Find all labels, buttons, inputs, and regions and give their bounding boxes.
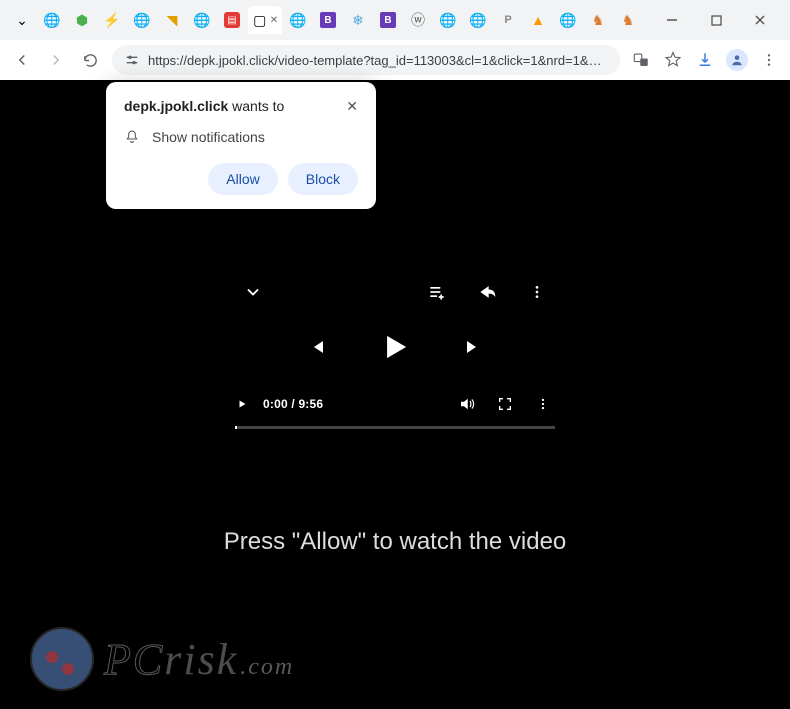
address-bar[interactable]: https://depk.jpokl.click/video-template?… <box>112 45 620 75</box>
share-icon[interactable] <box>475 280 499 304</box>
more-icon[interactable] <box>525 280 549 304</box>
current-time: 0:00 <box>263 397 288 411</box>
browser-tab[interactable]: 🌐 <box>188 6 216 34</box>
watermark-risk: risk <box>164 634 238 685</box>
browser-tab[interactable]: ⬢ <box>68 6 96 34</box>
browser-tab[interactable]: ♞ <box>584 6 612 34</box>
browser-tab[interactable]: ♞ <box>614 6 642 34</box>
globe-icon: 🌐 <box>44 12 60 28</box>
profile-avatar[interactable] <box>726 49 748 71</box>
horse-icon: ♞ <box>620 12 636 28</box>
next-track-button[interactable] <box>462 335 486 359</box>
collapse-icon[interactable] <box>241 280 265 304</box>
minimize-button[interactable] <box>658 6 686 34</box>
seek-bar[interactable] <box>235 426 555 429</box>
permission-option: Show notifications <box>152 129 265 145</box>
cart-icon: ▤ <box>224 12 240 28</box>
translate-icon[interactable] <box>630 49 652 71</box>
browser-tab[interactable]: 🌐 <box>284 6 312 34</box>
browser-tab[interactable]: 🌐 <box>554 6 582 34</box>
volume-icon[interactable] <box>455 392 479 416</box>
fullscreen-icon[interactable] <box>493 392 517 416</box>
browser-tab[interactable]: 🌐 <box>434 6 462 34</box>
watermark-dotcom: .com <box>240 654 294 681</box>
browser-tab[interactable]: ⌄ <box>8 6 36 34</box>
back-button[interactable] <box>10 48 34 72</box>
shield-icon: ⬢ <box>74 12 90 28</box>
bookmark-icon[interactable] <box>662 49 684 71</box>
tab-strip: ⌄ 🌐 ⬢ ⚡ 🌐 ◥ 🌐 ▤ ▢ ✕ 🌐 B ❄ B ⓦ 🌐 🌐 P ▲ 🌐 … <box>8 6 650 34</box>
browser-tab[interactable]: 🌐 <box>128 6 156 34</box>
url-text: https://depk.jpokl.click/video-template?… <box>148 53 608 68</box>
block-button[interactable]: Block <box>288 163 358 195</box>
letter-b-icon: B <box>380 12 396 28</box>
page-icon: ▢ <box>252 12 268 28</box>
close-dialog-button[interactable]: ✕ <box>346 98 358 115</box>
reload-button[interactable] <box>78 48 102 72</box>
browser-tab[interactable]: 🌐 <box>38 6 66 34</box>
watermark-text: PCrisk.com <box>104 634 294 685</box>
download-icon[interactable] <box>694 49 716 71</box>
browser-tab-active[interactable]: ▢ ✕ <box>248 6 282 34</box>
instruction-message: Press "Allow" to watch the video <box>0 528 790 556</box>
browser-tab[interactable]: ▤ <box>218 6 246 34</box>
permission-dialog: depk.jpokl.click wants to ✕ Show notific… <box>106 82 376 209</box>
forward-button[interactable] <box>44 48 68 72</box>
permission-wants: wants to <box>228 98 284 114</box>
snowflake-icon: ❄ <box>350 12 366 28</box>
tag-icon: ◥ <box>164 12 180 28</box>
site-settings-icon[interactable] <box>124 52 140 68</box>
previous-track-button[interactable] <box>304 335 328 359</box>
duration: 9:56 <box>298 397 323 411</box>
browser-tab[interactable]: B <box>374 6 402 34</box>
browser-tab[interactable]: 🌐 <box>464 6 492 34</box>
letter-p-icon: P <box>500 12 516 28</box>
time-display: 0:00 / 9:56 <box>263 397 323 411</box>
globe-icon: 🌐 <box>440 12 456 28</box>
browser-tab[interactable]: ⚡ <box>98 6 126 34</box>
globe-icon: 🌐 <box>470 12 486 28</box>
menu-button[interactable] <box>758 49 780 71</box>
close-tab-icon[interactable]: ✕ <box>270 15 278 26</box>
queue-icon[interactable] <box>425 280 449 304</box>
browser-tab[interactable]: P <box>494 6 522 34</box>
permission-title: depk.jpokl.click wants to <box>124 98 284 114</box>
browser-chrome: ⌄ 🌐 ⬢ ⚡ 🌐 ◥ 🌐 ▤ ▢ ✕ 🌐 B ❄ B ⓦ 🌐 🌐 P ▲ 🌐 … <box>0 0 790 81</box>
bolt-icon: ⚡ <box>104 12 120 28</box>
globe-icon: 🌐 <box>560 12 576 28</box>
titlebar: ⌄ 🌐 ⬢ ⚡ 🌐 ◥ 🌐 ▤ ▢ ✕ 🌐 B ❄ B ⓦ 🌐 🌐 P ▲ 🌐 … <box>0 0 790 40</box>
watermark-pc: PC <box>104 634 164 685</box>
letter-b-icon: B <box>320 12 336 28</box>
chevron-down-icon: ⌄ <box>14 12 30 28</box>
horse-icon: ♞ <box>590 12 606 28</box>
globe-icon: 🌐 <box>194 12 210 28</box>
watermark-logo-icon <box>30 627 94 691</box>
globe-icon: 🌐 <box>290 12 306 28</box>
play-button[interactable] <box>376 328 414 366</box>
browser-tab[interactable]: ⓦ <box>404 6 432 34</box>
window-controls <box>650 6 782 34</box>
permission-site: depk.jpokl.click <box>124 98 228 114</box>
watermark: PCrisk.com <box>30 627 294 691</box>
browser-tab[interactable]: B <box>314 6 342 34</box>
maximize-button[interactable] <box>702 6 730 34</box>
browser-tab[interactable]: ▲ <box>524 6 552 34</box>
browser-tab[interactable]: ◥ <box>158 6 186 34</box>
wordpress-icon: ⓦ <box>410 12 426 28</box>
bell-icon <box>124 129 140 145</box>
globe-icon: 🌐 <box>134 12 150 28</box>
browser-tab[interactable]: ❄ <box>344 6 372 34</box>
allow-button[interactable]: Allow <box>208 163 277 195</box>
close-window-button[interactable] <box>746 6 774 34</box>
mini-play-icon[interactable] <box>235 397 249 411</box>
video-player[interactable]: 0:00 / 9:56 <box>235 280 555 429</box>
flame-icon: ▲ <box>530 12 546 28</box>
more-options-icon[interactable] <box>531 392 555 416</box>
toolbar: https://depk.jpokl.click/video-template?… <box>0 40 790 80</box>
toolbar-right <box>630 49 780 71</box>
